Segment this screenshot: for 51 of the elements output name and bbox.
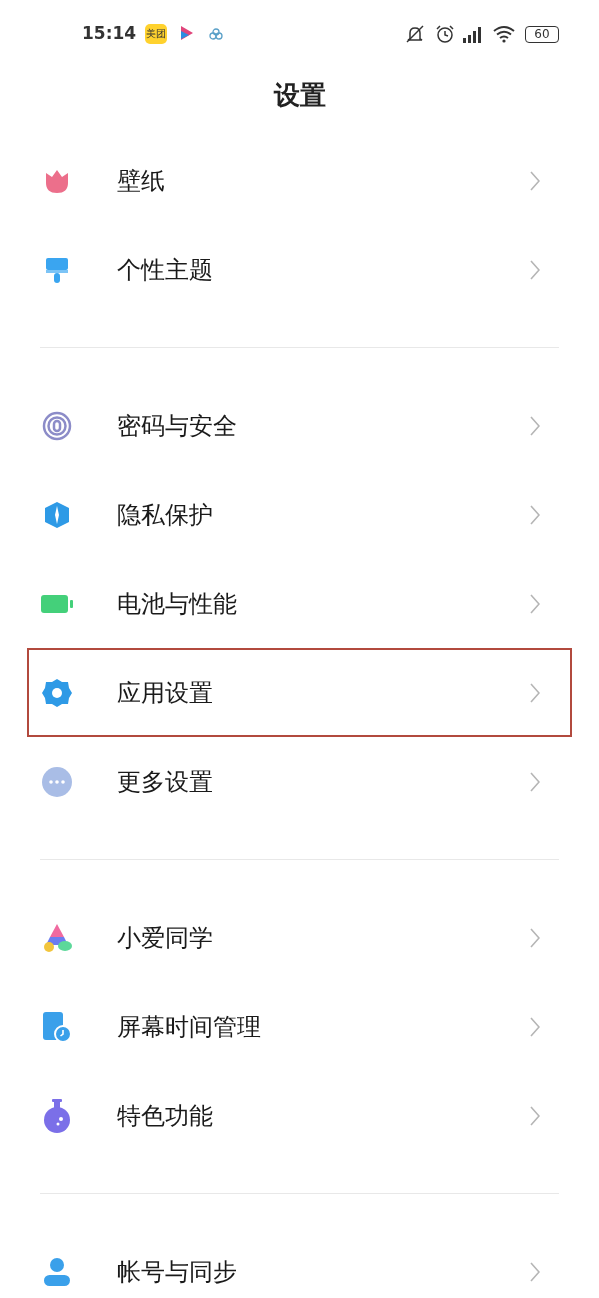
settings-row[interactable]: 应用设置 bbox=[27, 648, 572, 737]
settings-row[interactable]: 更多设置 bbox=[27, 737, 572, 826]
battery-indicator: 60 bbox=[525, 25, 559, 43]
cloud-app-icon bbox=[209, 28, 224, 40]
settings-row[interactable]: 帐号与同步 bbox=[27, 1227, 572, 1298]
row-label: 个性主题 bbox=[117, 254, 213, 286]
chevron-icon bbox=[530, 1105, 540, 1126]
more-icon bbox=[42, 766, 72, 797]
settings-row[interactable]: 密码与安全 bbox=[27, 381, 572, 470]
shield-icon bbox=[42, 499, 72, 530]
settings-row[interactable]: 电池与性能 bbox=[27, 559, 572, 648]
settings-icon bbox=[42, 677, 72, 708]
chevron-icon bbox=[530, 593, 540, 614]
flask-icon bbox=[42, 1098, 72, 1133]
fingerprint-icon bbox=[42, 410, 72, 441]
settings-row[interactable]: 隐私保护 bbox=[27, 470, 572, 559]
battery-icon bbox=[41, 593, 73, 614]
page-title: 设置 bbox=[273, 78, 326, 112]
row-label: 电池与性能 bbox=[117, 588, 237, 620]
row-label: 隐私保护 bbox=[117, 499, 213, 531]
signal-icon bbox=[461, 24, 483, 44]
settings-row[interactable]: 个性主题 bbox=[27, 225, 572, 314]
chevron-icon bbox=[530, 259, 540, 280]
chevron-icon bbox=[530, 1016, 540, 1037]
settings-row[interactable]: 小爱同学 bbox=[27, 893, 572, 982]
row-label: 密码与安全 bbox=[117, 410, 237, 442]
row-label: 更多设置 bbox=[117, 766, 213, 798]
row-label: 帐号与同步 bbox=[117, 1256, 237, 1288]
row-label: 应用设置 bbox=[117, 677, 213, 709]
app-badge: 美团 bbox=[145, 24, 168, 44]
row-label: 屏幕时间管理 bbox=[117, 1011, 261, 1043]
row-label: 壁纸 bbox=[117, 165, 165, 197]
muted-bell-icon bbox=[405, 24, 425, 44]
phone-clock-icon bbox=[41, 1010, 73, 1043]
person-icon bbox=[42, 1256, 72, 1287]
settings-row[interactable]: 屏幕时间管理 bbox=[27, 982, 572, 1071]
assistant-logo-icon bbox=[41, 922, 73, 953]
row-label: 特色功能 bbox=[117, 1100, 213, 1132]
row-label: 小爱同学 bbox=[117, 922, 213, 954]
alarm-icon bbox=[435, 24, 455, 44]
settings-row[interactable]: 特色功能 bbox=[27, 1071, 572, 1160]
clock-time: 15:14 bbox=[82, 22, 137, 46]
chevron-icon bbox=[530, 927, 540, 948]
chevron-icon bbox=[530, 1261, 540, 1282]
settings-row[interactable]: 壁纸 bbox=[27, 136, 572, 225]
chevron-icon bbox=[530, 771, 540, 792]
chevron-icon bbox=[530, 415, 540, 436]
chevron-icon bbox=[530, 682, 540, 703]
chevron-icon bbox=[530, 170, 540, 191]
chevron-icon bbox=[530, 504, 540, 525]
wifi-icon bbox=[493, 25, 515, 43]
